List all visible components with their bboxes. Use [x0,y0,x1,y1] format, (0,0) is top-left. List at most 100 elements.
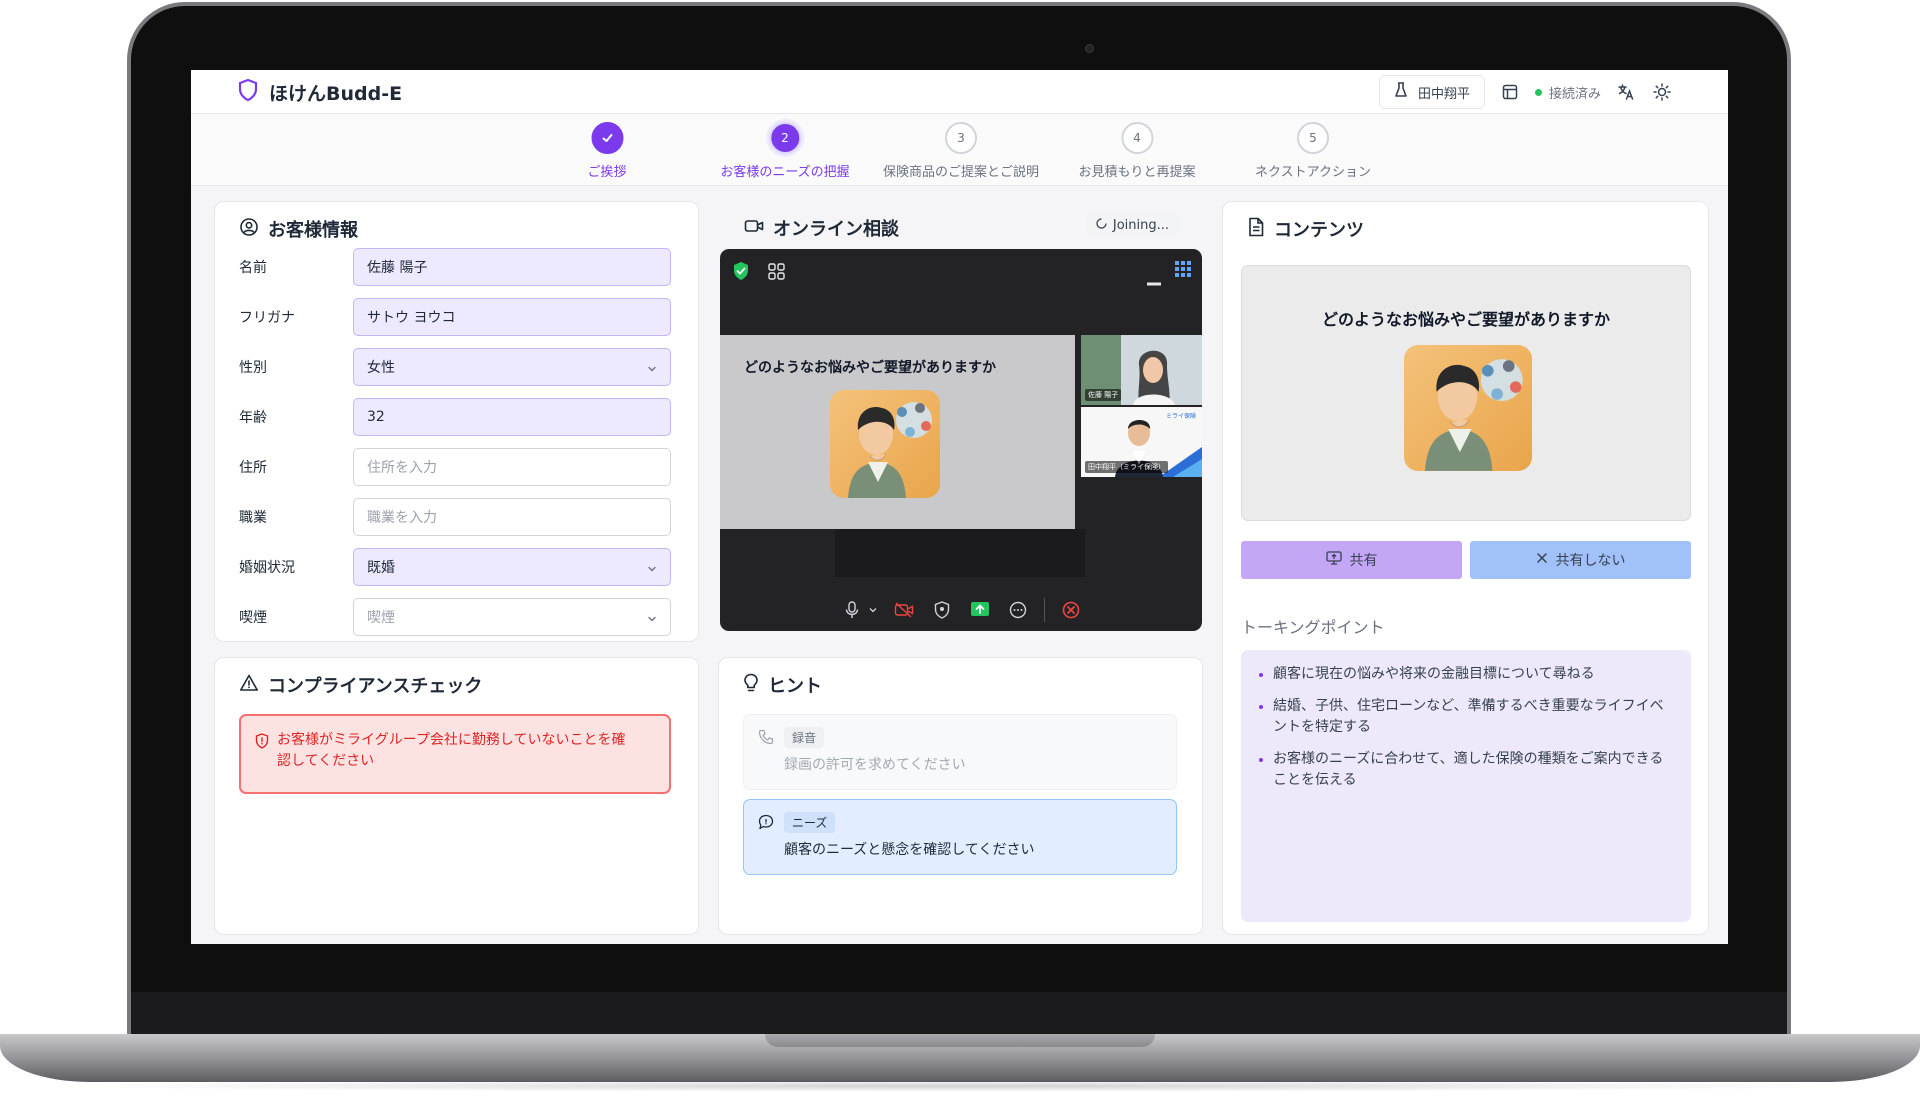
shared-slide-text: どのようなお悩みやご要望がありますか [744,360,996,376]
shield-icon [237,78,259,106]
talking-point: お客様のニーズに合わせて、適した保険の種類をご案内できることを伝える [1257,749,1675,791]
hint-item-recording[interactable]: 録音 録画の許可を求めてください [743,714,1177,790]
step-number: 4 [1120,122,1153,154]
field-placeholder: 住所を入力 [367,460,437,476]
hints-title: ヒント [743,672,822,698]
participant-tile-agent[interactable]: ミライ保険 田中翔平（ミライ保険） [1081,407,1202,477]
hint-tag: 録音 [784,727,825,748]
share-button[interactable]: 共有 [1241,541,1462,579]
minimize-icon[interactable] [1147,271,1161,290]
more-options-icon[interactable] [1006,598,1030,622]
status-dot [1534,88,1542,96]
occupation-input[interactable]: 職業を入力 [353,498,671,536]
customer-info-heading: お客様情報 [268,220,358,241]
participant-name-customer: 佐藤 陽子 [1085,389,1122,401]
user-menu-button[interactable]: 田中翔平 [1378,75,1485,109]
furigana-input[interactable]: サトウ ヨウコ [353,298,671,336]
compliance-card: コンプライアンスチェック お客様がミライグループ会社に勤務していないことを確 認… [214,657,699,935]
header-actions: 田中翔平 接続済み [1378,75,1673,109]
gender-select[interactable]: 女性 [353,348,671,386]
field-row-age: 年齢 32 [239,398,671,436]
participant-tile-customer[interactable]: 佐藤 陽子 [1081,335,1202,405]
share-screen-icon[interactable] [968,598,992,622]
sun-icon[interactable] [1651,81,1673,103]
microphone-icon[interactable] [840,598,864,622]
online-consultation-card: オンライン相談 Joining... どのようなお悩みやご要望がありますか 佐藤… [718,201,1203,642]
app-screen: ほけんBudd-E 田中翔平 接続済み ご挨拶 2 お客様のニーズの把握 3 保… [191,70,1728,944]
compliance-alert-line-1: お客様がミライグループ会社に勤務していないことを確 [277,732,626,748]
participant-name-agent: 田中翔平（ミライ保険） [1085,461,1168,473]
video-call-window: どのようなお悩みやご要望がありますか 佐藤 陽子 ミライ保険 田中翔平（ミライ保… [720,249,1202,631]
hint-text: 録画の許可を求めてください [784,757,966,773]
field-label: 職業 [239,510,267,526]
step-3[interactable]: 3 保険商品のご提案とご説明 [883,122,1039,180]
alert-shield-icon [255,733,269,756]
monitor-icon [1325,551,1342,569]
field-label: 名前 [239,260,267,276]
talking-point: 顧客に現在の悩みや将来の金融目標について尋ねる [1257,664,1675,685]
video-caption-area [835,529,1085,577]
step-number: 5 [1297,122,1329,154]
customer-info-card: お客様情報 名前 佐藤 陽子 フリガナ サトウ ヨウコ 性別 女性 年齢 32 … [214,201,699,642]
step-1[interactable]: ご挨拶 [587,122,627,180]
chevron-down-icon[interactable] [868,598,878,622]
step-label: ご挨拶 [587,165,627,180]
age-input[interactable]: 32 [353,398,671,436]
step-2[interactable]: 2 お客様のニーズの把握 [720,122,850,180]
joining-status: Joining... [1085,213,1179,237]
chevron-down-icon [647,612,657,622]
grid-view-icon[interactable] [768,263,785,284]
hint-tag: ニーズ [784,812,836,833]
customer-info-title: お客様情報 [239,216,358,242]
hint-item-needs[interactable]: ニーズ 顧客のニーズと懸念を確認してください [743,799,1177,875]
no-share-button[interactable]: 共有しない [1470,541,1691,579]
field-row-address: 住所 住所を入力 [239,448,671,486]
step-5[interactable]: 5 ネクストアクション [1255,122,1371,180]
talking-points-title: トーキングポイント [1241,618,1385,637]
field-placeholder: 職業を入力 [367,510,437,526]
translate-icon[interactable] [1615,81,1637,103]
user-icon [1394,82,1408,102]
name-input[interactable]: 佐藤 陽子 [353,248,671,286]
camera-off-icon[interactable] [892,598,916,622]
progress-stepper: ご挨拶 2 お客様のニーズの把握 3 保険商品のご提案とご説明 4 お見積もりと… [191,114,1728,186]
share-button-label: 共有 [1349,553,1378,569]
laptop-chin [131,992,1787,1034]
step-4[interactable]: 4 お見積もりと再提案 [1078,122,1196,180]
user-circle-icon [239,217,259,242]
field-label: 婚姻状況 [239,560,295,576]
address-input[interactable]: 住所を入力 [353,448,671,486]
content-slide-preview[interactable]: どのようなお悩みやご要望がありますか [1241,265,1691,521]
field-label: 喫煙 [239,610,267,626]
app-title: ほけんBudd-E [269,82,403,105]
field-label: 性別 [239,360,267,376]
marital-status-select[interactable]: 既婚 [353,548,671,586]
field-value: 佐藤 陽子 [367,260,428,276]
agent-logo-text: ミライ保険 [1165,413,1196,420]
smoking-select[interactable]: 喫煙 [353,598,671,636]
apps-icon[interactable] [1175,261,1191,281]
user-name: 田中翔平 [1417,86,1470,102]
security-icon[interactable] [930,598,954,622]
compliance-alert-line-2: 認してください [277,753,375,769]
hints-heading: ヒント [768,676,822,697]
field-row-marital: 婚姻状況 既婚 [239,548,671,586]
loader-icon [1096,217,1107,233]
chat-icon [758,814,774,834]
layout-icon[interactable] [1499,81,1521,103]
video-icon [744,218,764,239]
consultant-illustration [830,390,940,498]
step-label: お客様のニーズの把握 [720,165,850,180]
camera [1085,44,1094,53]
check-icon [590,122,623,154]
field-label: 年齢 [239,410,267,426]
hint-text: 顧客のニーズと懸念を確認してください [784,842,1035,858]
chevron-down-icon [647,362,657,372]
leave-call-icon[interactable] [1059,598,1083,622]
hints-card: ヒント 録音 録画の許可を求めてください ニーズ 顧客のニーズと懸念を確認してく… [718,657,1203,935]
compliance-title: コンプライアンスチェック [239,672,482,698]
field-row-occupation: 職業 職業を入力 [239,498,671,536]
brand[interactable]: ほけんBudd-E [237,78,402,106]
online-title: オンライン相談 [744,215,899,241]
compliance-heading: コンプライアンスチェック [268,676,483,697]
